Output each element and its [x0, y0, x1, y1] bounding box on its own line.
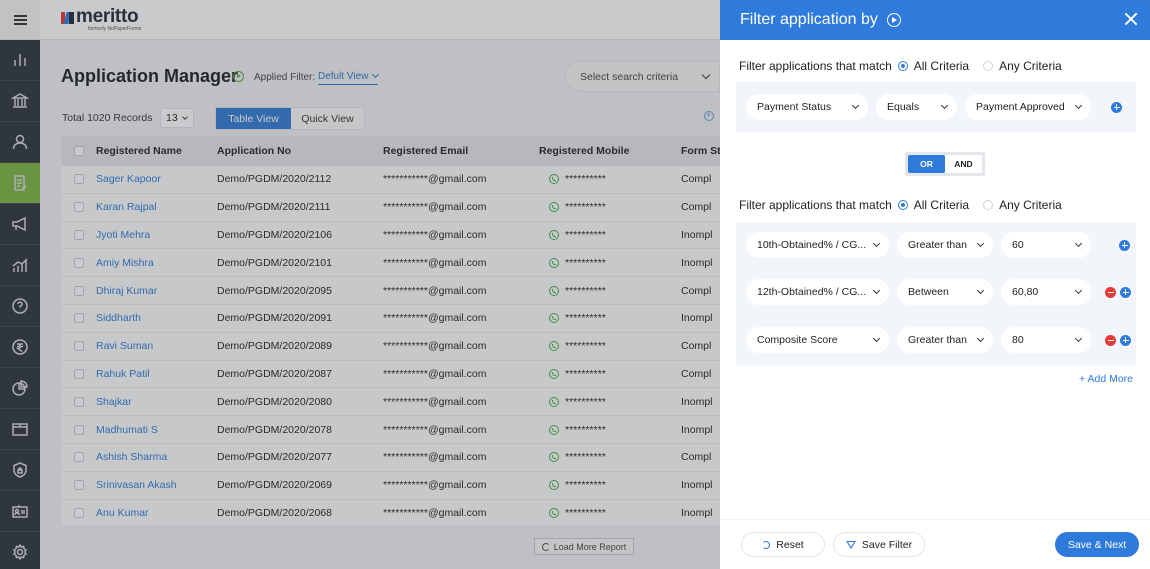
chevron-down-icon: [1074, 101, 1083, 110]
joiner-or-button[interactable]: OR: [908, 155, 945, 173]
joiner-and-button[interactable]: AND: [945, 155, 982, 173]
operator-select[interactable]: Between: [897, 279, 993, 305]
field-select[interactable]: 10th-Obtained% / CG...: [746, 232, 889, 258]
value-select[interactable]: 80: [1001, 327, 1091, 353]
value-select[interactable]: Payment Approved: [965, 94, 1091, 120]
filter-panel-title: Filter application by: [740, 11, 878, 28]
value-value: 80: [1012, 334, 1024, 346]
play-video-icon[interactable]: [886, 13, 901, 27]
group-joiner-toggle: OR AND: [905, 152, 985, 176]
chevron-down-icon: [976, 334, 985, 343]
add-rule-button[interactable]: [1111, 101, 1122, 113]
match-criteria-group-2: Filter applications that match All Crite…: [739, 198, 1062, 212]
filter-rule: Payment Status Equals Payment Approved: [746, 94, 1122, 120]
filter-rule: 12th-Obtained% / CG... Between 60,80: [746, 279, 1131, 305]
chevron-down-icon: [851, 101, 860, 110]
field-value: Composite Score: [757, 334, 838, 346]
field-value: 12th-Obtained% / CG...: [757, 286, 867, 298]
chevron-down-icon: [976, 239, 985, 248]
operator-select[interactable]: Equals: [876, 94, 957, 120]
any-criteria-label[interactable]: Any Criteria: [999, 198, 1062, 212]
filter-panel-header: Filter application by: [720, 0, 1150, 40]
value-select[interactable]: 60,80: [1001, 279, 1091, 305]
save-filter-label: Save Filter: [861, 538, 913, 551]
field-select[interactable]: Payment Status: [746, 94, 868, 120]
operator-value: Greater than: [908, 239, 967, 251]
filter-group-2: 10th-Obtained% / CG... Greater than 60 1…: [736, 222, 1136, 365]
radio-any-criteria[interactable]: [983, 200, 994, 210]
match-label: Filter applications that match: [739, 198, 892, 212]
chevron-down-icon: [872, 334, 881, 343]
filter-panel: Filter application by Filter application…: [720, 0, 1150, 569]
radio-any-criteria[interactable]: [983, 61, 994, 71]
chevron-down-icon: [1074, 239, 1083, 248]
add-rule-button[interactable]: [1119, 239, 1130, 251]
add-more-link[interactable]: + Add More: [1079, 373, 1133, 385]
any-criteria-label[interactable]: Any Criteria: [999, 59, 1062, 73]
chevron-down-icon: [872, 239, 881, 248]
radio-all-criteria[interactable]: [897, 61, 908, 71]
operator-value: Between: [908, 286, 949, 298]
close-icon[interactable]: [1124, 12, 1138, 26]
filter-rule: 10th-Obtained% / CG... Greater than 60: [746, 232, 1130, 258]
filter-rule: Composite Score Greater than 80: [746, 327, 1131, 353]
reset-label: Reset: [776, 538, 804, 551]
chevron-down-icon: [976, 286, 985, 295]
operator-value: Equals: [887, 101, 920, 113]
save-next-label: Save & Next: [1067, 538, 1127, 551]
value-value: 60: [1012, 239, 1024, 251]
filter-icon: [845, 540, 856, 549]
add-rule-button[interactable]: [1120, 286, 1131, 298]
save-filter-button[interactable]: Save Filter: [833, 532, 925, 557]
filter-group-1: Payment Status Equals Payment Approved: [736, 82, 1136, 132]
value-select[interactable]: 60: [1001, 232, 1091, 258]
field-value: Payment Status: [757, 101, 832, 113]
chevron-down-icon: [940, 101, 949, 110]
operator-select[interactable]: Greater than: [897, 327, 993, 353]
field-value: 10th-Obtained% / CG...: [757, 239, 867, 251]
reset-button[interactable]: Reset: [741, 532, 825, 557]
chevron-down-icon: [1074, 334, 1083, 343]
match-label: Filter applications that match: [739, 59, 892, 73]
remove-rule-button[interactable]: [1105, 334, 1116, 346]
field-select[interactable]: 12th-Obtained% / CG...: [746, 279, 889, 305]
value-value: Payment Approved: [976, 101, 1065, 113]
operator-select[interactable]: Greater than: [897, 232, 993, 258]
save-next-button[interactable]: Save & Next: [1055, 532, 1139, 557]
chevron-down-icon: [872, 286, 881, 295]
value-value: 60,80: [1012, 286, 1039, 298]
app-root: meritto formerly NoPaperForms Applicatio…: [0, 0, 1150, 569]
match-criteria-group-1: Filter applications that match All Crite…: [739, 59, 1062, 73]
chevron-down-icon: [1074, 286, 1083, 295]
all-criteria-label[interactable]: All Criteria: [914, 59, 969, 73]
field-select[interactable]: Composite Score: [746, 327, 889, 353]
filter-panel-footer: Reset Save Filter Save & Next: [720, 519, 1150, 569]
all-criteria-label[interactable]: All Criteria: [914, 198, 969, 212]
add-rule-button[interactable]: [1120, 334, 1131, 346]
radio-all-criteria[interactable]: [897, 200, 908, 210]
reset-icon: [762, 540, 771, 549]
operator-value: Greater than: [908, 334, 967, 346]
modal-backdrop[interactable]: [0, 0, 720, 569]
remove-rule-button[interactable]: [1105, 286, 1116, 298]
